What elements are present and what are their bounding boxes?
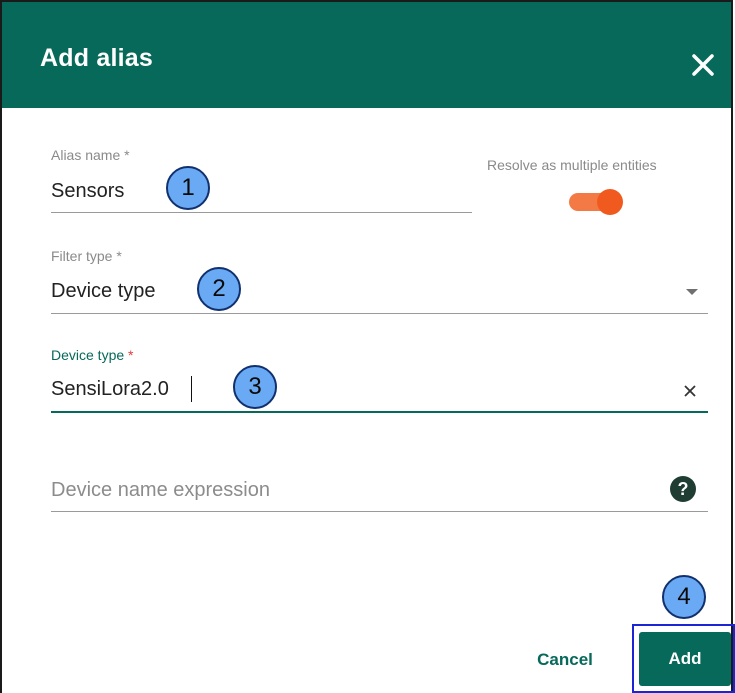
cancel-button[interactable]: Cancel xyxy=(523,640,607,680)
dialog-header: Add alias xyxy=(2,2,731,108)
device-type-label-text: Device type xyxy=(51,347,125,363)
resolve-multiple-label: Resolve as multiple entities xyxy=(487,157,657,173)
alias-name-label: Alias name * xyxy=(51,147,130,163)
alias-name-input[interactable]: Sensors xyxy=(51,180,124,203)
step-marker-2: 2 xyxy=(197,267,241,311)
device-type-underline xyxy=(51,411,708,413)
device-name-expression-underline xyxy=(51,511,708,512)
clear-icon[interactable] xyxy=(683,384,697,398)
step-marker-3: 3 xyxy=(233,365,277,409)
close-icon[interactable] xyxy=(686,48,720,82)
device-type-label: Device type * xyxy=(51,347,134,363)
help-icon[interactable]: ? xyxy=(670,476,696,502)
filter-type-select[interactable]: Device type xyxy=(51,280,156,303)
add-button[interactable]: Add xyxy=(639,632,731,686)
device-name-expression-input[interactable]: Device name expression xyxy=(51,479,270,502)
step-marker-4: 4 xyxy=(662,575,706,619)
resolve-multiple-toggle-knob[interactable] xyxy=(597,189,623,215)
filter-type-underline xyxy=(51,313,708,314)
text-caret xyxy=(191,376,192,402)
required-mark: * xyxy=(128,347,134,363)
alias-name-underline xyxy=(51,212,472,213)
filter-type-label: Filter type * xyxy=(51,248,122,264)
step-marker-1: 1 xyxy=(166,166,210,210)
device-type-input[interactable]: SensiLora2.0 xyxy=(51,378,169,401)
chevron-down-icon[interactable] xyxy=(686,289,698,295)
dialog-title: Add alias xyxy=(40,44,153,72)
